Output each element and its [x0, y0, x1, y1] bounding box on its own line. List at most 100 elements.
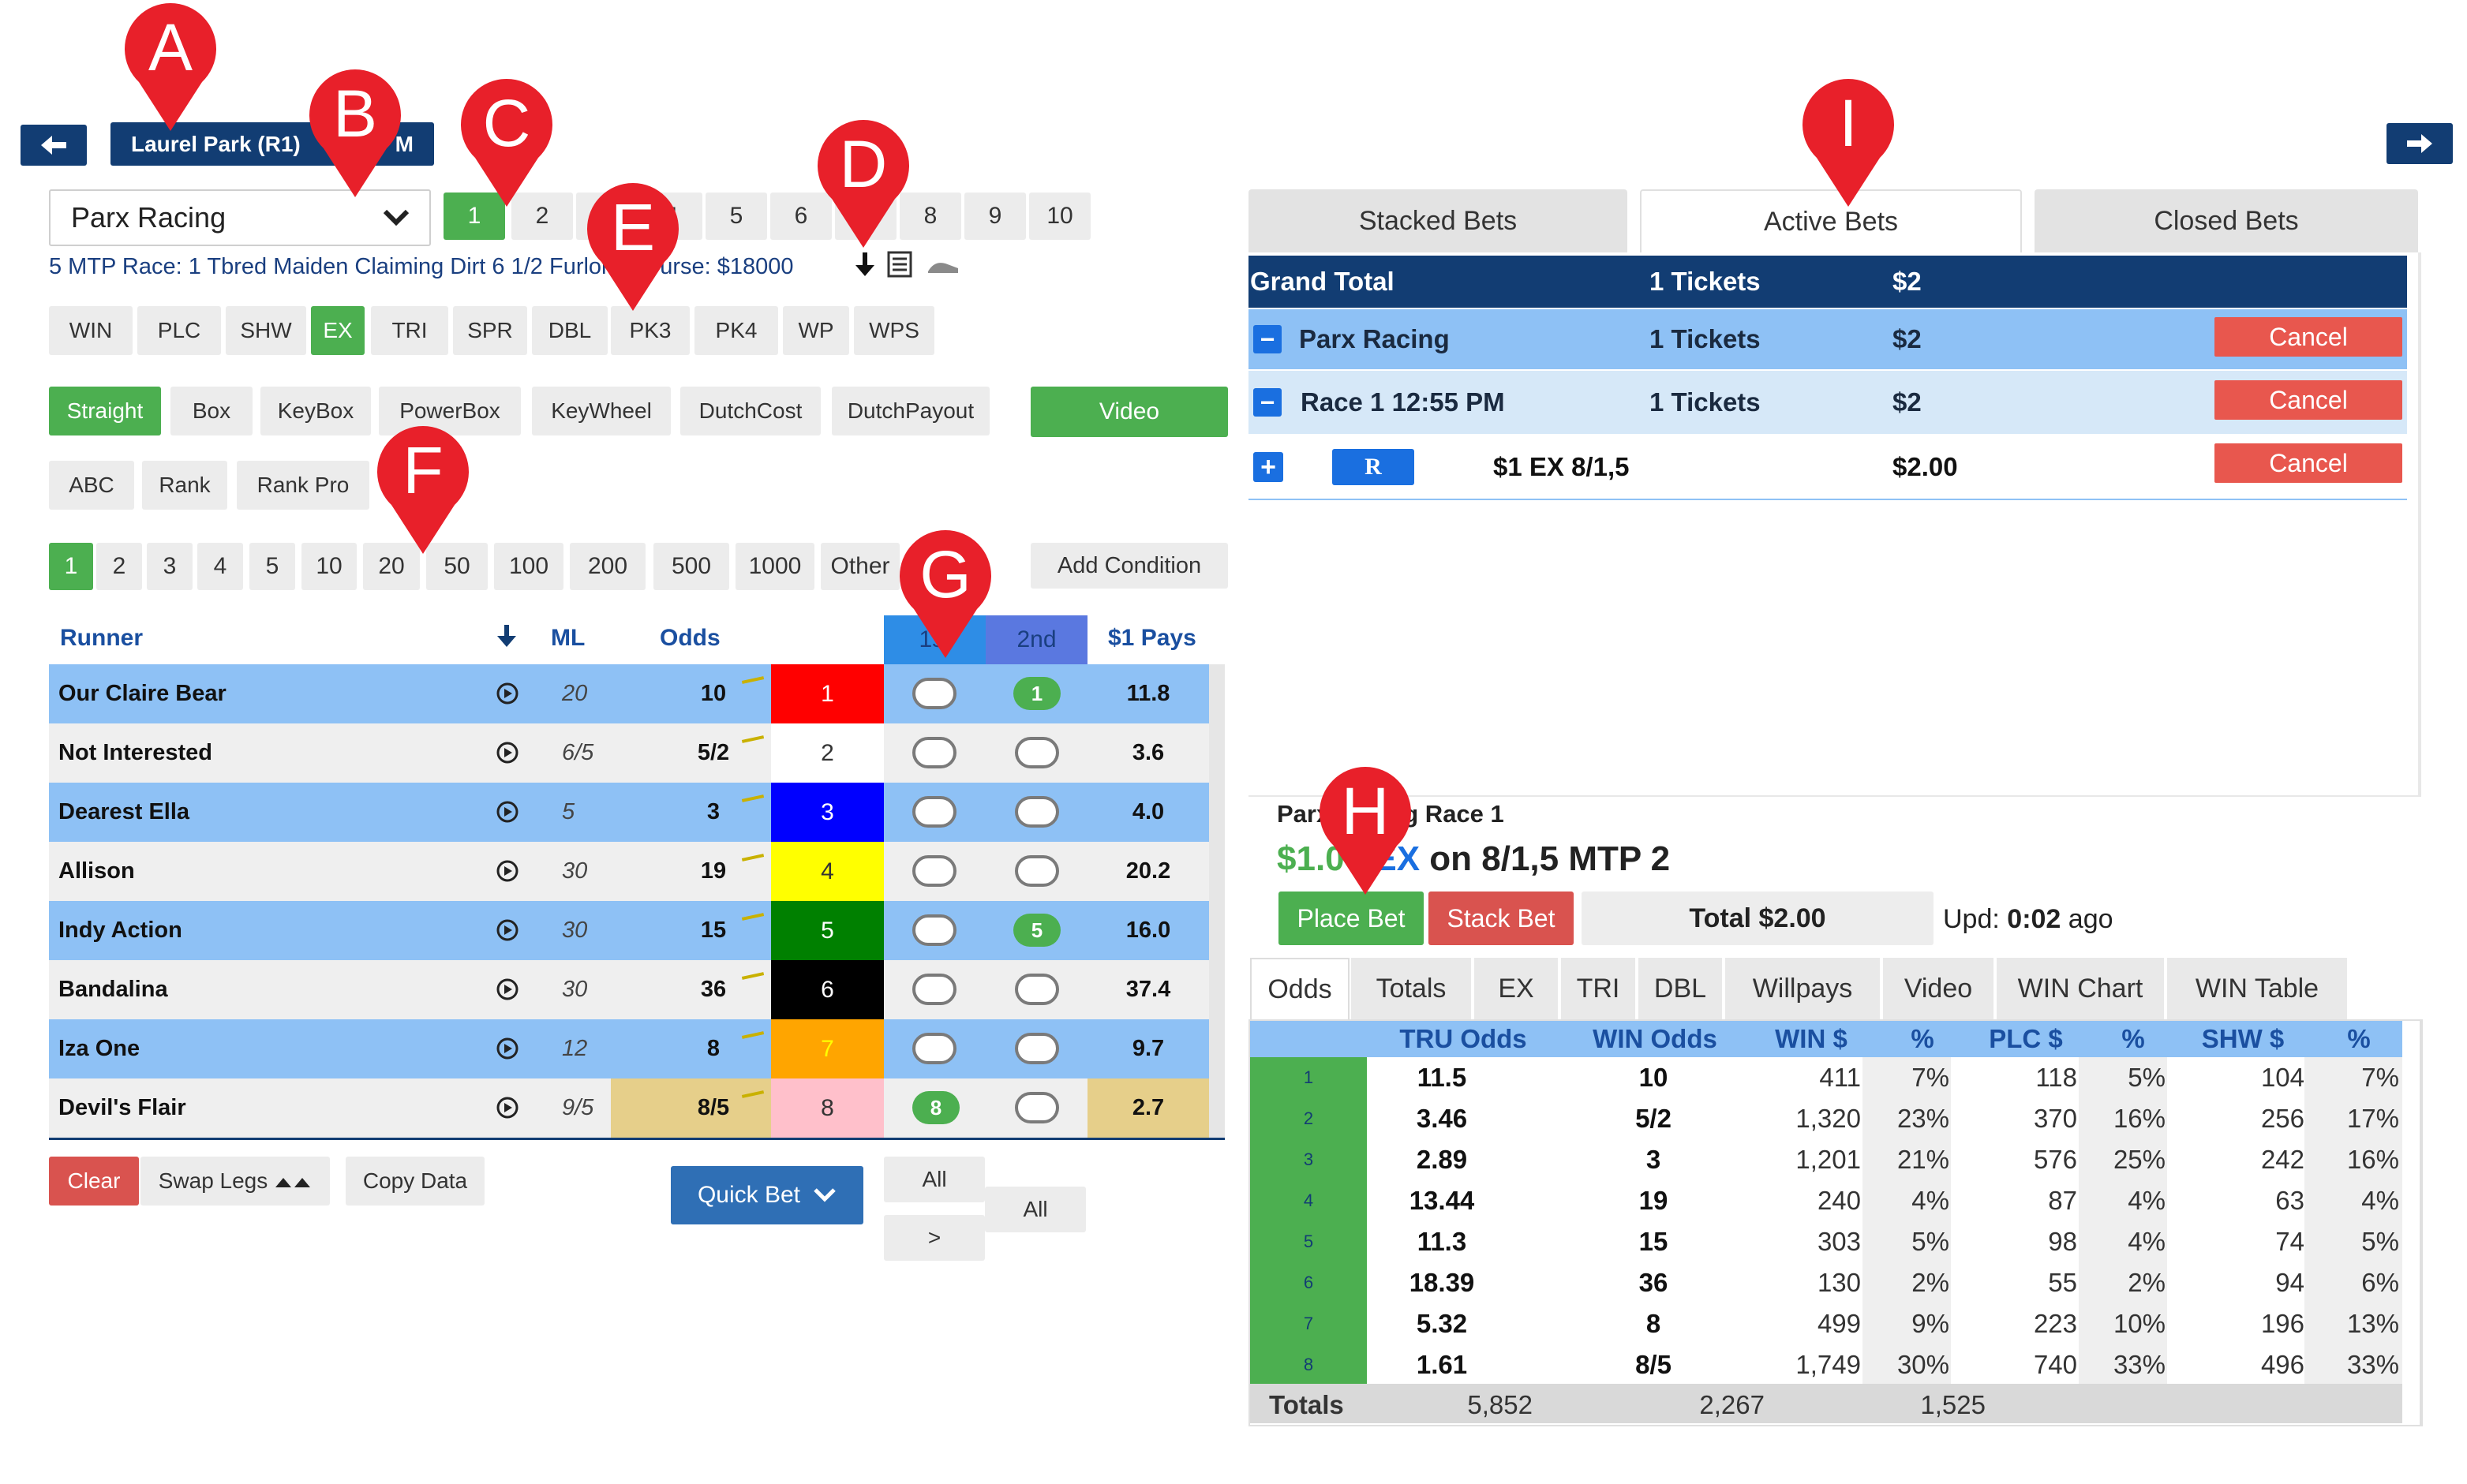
amount-1000-button[interactable]: 1000: [736, 543, 814, 590]
amount-2-button[interactable]: 2: [96, 543, 142, 590]
odds-cell: 3.46: [1375, 1098, 1509, 1139]
bet-type-win-button[interactable]: WIN: [49, 306, 133, 355]
modifier-abc-button[interactable]: ABC: [49, 461, 134, 510]
first-place-selected[interactable]: 8: [912, 1091, 960, 1124]
modifier-straight-button[interactable]: Straight: [49, 387, 161, 435]
grand-total-tickets: 1 Tickets: [1649, 267, 1761, 296]
bet-type-ex-button[interactable]: EX: [311, 306, 365, 355]
place-bet-button[interactable]: Place Bet: [1278, 892, 1424, 945]
second-place-radio[interactable]: [1015, 1033, 1059, 1064]
modifier-dutchpayout-button[interactable]: DutchPayout: [832, 387, 990, 435]
amount-100-button[interactable]: 100: [494, 543, 563, 590]
select-all-first-button[interactable]: All: [884, 1157, 985, 1202]
first-place-radio[interactable]: [912, 678, 956, 709]
modifier-box-button[interactable]: Box: [170, 387, 253, 435]
replay-icon[interactable]: [496, 918, 519, 942]
saddle-number: 2: [821, 739, 834, 766]
next-button[interactable]: >: [884, 1215, 985, 1261]
amount-200-button[interactable]: 200: [570, 543, 646, 590]
replay-icon[interactable]: [496, 800, 519, 824]
runner-pays-value: 9.7: [1132, 1036, 1165, 1061]
odds-cell-value: 25%: [2113, 1145, 2166, 1174]
replay-icon[interactable]: [496, 977, 519, 1001]
swap-legs-button[interactable]: Swap Legs: [140, 1157, 330, 1206]
cancel-race-button[interactable]: Cancel: [2214, 380, 2402, 420]
first-place-radio[interactable]: [912, 737, 956, 768]
odds-tab-dbl[interactable]: DBL: [1638, 958, 1722, 1019]
odds-tab-ex[interactable]: EX: [1474, 958, 1558, 1019]
collapse-race-icon[interactable]: −: [1253, 388, 1282, 417]
amount-other-button[interactable]: Other: [821, 543, 900, 590]
odds-tab-video[interactable]: Video: [1883, 958, 1993, 1019]
amount-5-button[interactable]: 5: [249, 543, 295, 590]
second-place-selected[interactable]: 1: [1013, 677, 1061, 710]
first-place-radio[interactable]: [912, 1033, 956, 1064]
tab-stacked-bets[interactable]: Stacked Bets: [1248, 189, 1627, 252]
select-all-second-button[interactable]: All: [985, 1187, 1086, 1232]
bet-type-wps-button[interactable]: WPS: [854, 306, 934, 355]
replay-icon[interactable]: [496, 682, 519, 705]
second-place-radio[interactable]: [1015, 855, 1059, 887]
sort-down-icon[interactable]: [496, 623, 518, 650]
collapse-track-icon[interactable]: −: [1253, 325, 1282, 353]
program-icon[interactable]: [887, 251, 912, 278]
odds-tab-totals[interactable]: Totals: [1351, 958, 1471, 1019]
second-place-radio[interactable]: [1015, 974, 1059, 1005]
first-place-radio[interactable]: [912, 914, 956, 946]
replay-icon[interactable]: [496, 1096, 519, 1120]
bet-type-wp-button[interactable]: WP: [783, 306, 849, 355]
forward-arrow-button[interactable]: [2387, 123, 2453, 164]
modifier-keybox-button[interactable]: KeyBox: [260, 387, 371, 435]
first-place-radio[interactable]: [912, 855, 956, 887]
amount-1-button[interactable]: 1: [49, 543, 93, 590]
second-place-radio[interactable]: [1015, 737, 1059, 768]
odds-tab-tri[interactable]: TRI: [1561, 958, 1635, 1019]
cancel-track-button[interactable]: Cancel: [2214, 317, 2402, 357]
shoe-icon[interactable]: [927, 257, 960, 275]
bet-type-plc-button[interactable]: PLC: [137, 306, 221, 355]
odds-tab-win-table[interactable]: WIN Table: [2167, 958, 2347, 1019]
modifier-rank-pro-button[interactable]: Rank Pro: [237, 461, 369, 510]
first-place-radio[interactable]: [912, 974, 956, 1005]
odds-tab-win-chart[interactable]: WIN Chart: [1997, 958, 2164, 1019]
odds-tab-odds[interactable]: Odds: [1250, 958, 1350, 1019]
add-condition-button[interactable]: Add Condition: [1031, 543, 1228, 589]
saddle-cloth: 7: [771, 1019, 884, 1078]
tab-closed-bets[interactable]: Closed Bets: [2035, 189, 2418, 252]
amount-4-button[interactable]: 4: [197, 543, 243, 590]
bet-type-spr-button[interactable]: SPR: [453, 306, 527, 355]
copy-data-button[interactable]: Copy Data: [346, 1157, 485, 1206]
bet-type-label: SPR: [467, 318, 513, 342]
cancel-ticket-button[interactable]: Cancel: [2214, 443, 2402, 483]
replay-icon[interactable]: [496, 741, 519, 764]
clear-button[interactable]: Clear: [49, 1157, 139, 1206]
amount-500-button[interactable]: 500: [653, 543, 729, 590]
second-place-radio[interactable]: [1015, 1092, 1059, 1123]
runner-table-scrollbar[interactable]: [1209, 664, 1225, 1138]
race-9-button[interactable]: 9: [964, 193, 1026, 240]
odds-tab-willpays[interactable]: Willpays: [1725, 958, 1880, 1019]
replay-icon[interactable]: [496, 859, 519, 883]
expand-ticket-icon[interactable]: +: [1253, 452, 1283, 482]
bet-type-tri-button[interactable]: TRI: [371, 306, 448, 355]
second-place-radio[interactable]: [1015, 796, 1059, 828]
quick-bet-button[interactable]: Quick Bet: [671, 1166, 863, 1224]
modifier-rank-button[interactable]: Rank: [142, 461, 227, 510]
bet-type-pk4-button[interactable]: PK4: [694, 306, 778, 355]
back-arrow-button[interactable]: [21, 125, 87, 166]
bet-type-shw-button[interactable]: SHW: [226, 306, 306, 355]
first-place-radio[interactable]: [912, 796, 956, 828]
amount-10-button[interactable]: 10: [301, 543, 357, 590]
modifier-keywheel-button[interactable]: KeyWheel: [532, 387, 671, 435]
download-icon[interactable]: [854, 251, 876, 279]
amount-3-button[interactable]: 3: [147, 543, 193, 590]
odds-tab-label: EX: [1498, 973, 1534, 1004]
second-place-selected[interactable]: 5: [1013, 914, 1061, 947]
race-10-button[interactable]: 10: [1029, 193, 1091, 240]
replay-icon[interactable]: [496, 1037, 519, 1060]
stack-bet-button[interactable]: Stack Bet: [1428, 892, 1574, 945]
video-button[interactable]: Video: [1031, 387, 1228, 437]
saddle-cloth: 8: [771, 1078, 884, 1138]
race-5-button[interactable]: 5: [706, 193, 767, 240]
modifier-dutchcost-button[interactable]: DutchCost: [680, 387, 821, 435]
